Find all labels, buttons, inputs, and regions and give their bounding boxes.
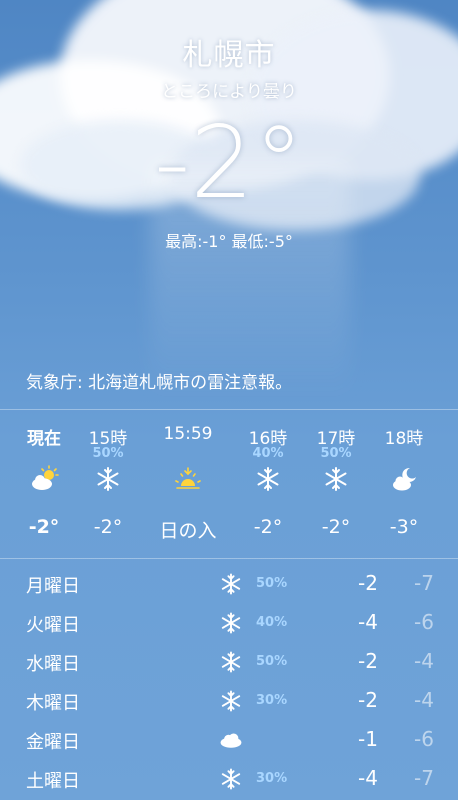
- daily-row: 火曜日 40% -4 -6: [0, 605, 458, 644]
- low-temp: -6: [414, 610, 434, 634]
- city-name: 札幌市: [182, 38, 276, 73]
- snowflake-icon: [221, 768, 241, 790]
- hour-temp: -2°: [93, 516, 123, 538]
- high-temp: -2: [358, 571, 378, 595]
- high-temp: -1: [358, 727, 378, 751]
- hour-temp: -: [440, 516, 458, 538]
- day-name: 土曜日: [26, 771, 80, 792]
- high-temp: -2: [358, 688, 378, 712]
- daily-row: 金曜日 -1 -6: [0, 722, 458, 761]
- precip-chance: 50%: [92, 446, 124, 461]
- precip-chance: 50%: [256, 654, 288, 669]
- high-temp: -4: [358, 610, 378, 634]
- hour-time: 現在: [27, 429, 61, 449]
- snowflake-icon: [221, 573, 241, 595]
- hour-temp: 日の入: [159, 520, 217, 542]
- precip-chance: 30%: [256, 693, 288, 708]
- daily-row: 木曜日 30% -2 -4: [0, 683, 458, 722]
- partly-cloudy-sun-icon: [32, 465, 59, 490]
- precip-chance: 50%: [320, 446, 352, 461]
- low-temp: -4: [414, 649, 434, 673]
- hourly-forecast[interactable]: 現在 -2° 15時 50% -2° 15:59 日の入 16時 40% -2°…: [0, 409, 458, 559]
- snowflake-icon: [221, 612, 241, 634]
- high-temp: -4: [358, 766, 378, 790]
- hour-time: 18時: [384, 429, 424, 449]
- hour-time: 1: [440, 424, 458, 444]
- day-name: 水曜日: [26, 654, 80, 675]
- low-temp: -4: [414, 688, 434, 712]
- high-low-temperature: 最高:-1° 最低:-5°: [165, 232, 293, 251]
- snowflake-icon: [221, 690, 241, 712]
- hour-temp: -3°: [389, 516, 419, 538]
- day-name: 木曜日: [26, 693, 80, 714]
- snowflake-icon: [325, 467, 347, 491]
- low-temp: -7: [414, 766, 434, 790]
- high-temp: -2: [358, 649, 378, 673]
- location-header: 札幌市 ところにより曇り: [0, 30, 458, 102]
- hour-time: 15:59: [163, 424, 213, 444]
- snowflake-icon: [97, 467, 119, 491]
- snowflake-icon: [221, 651, 241, 673]
- partly-cloudy-moon-icon: [393, 467, 416, 491]
- daily-forecast[interactable]: 月曜日 50% -2 -7 火曜日 40% -4 -6 水曜日 50% -2 -…: [0, 566, 458, 800]
- cloud-icon: [220, 733, 242, 748]
- precip-chance: 40%: [252, 446, 284, 461]
- hour-temp: -2°: [321, 516, 351, 538]
- day-name: 金曜日: [26, 732, 80, 753]
- precip-chance: 50%: [256, 576, 288, 591]
- daily-row: 月曜日 50% -2 -7: [0, 566, 458, 605]
- day-name: 月曜日: [26, 576, 80, 597]
- precip-chance: 30%: [256, 771, 288, 786]
- hour-temp: -2°: [253, 516, 283, 538]
- low-temp: -7: [414, 571, 434, 595]
- daily-row: 水曜日 50% -2 -4: [0, 644, 458, 683]
- sunset-icon: [175, 467, 201, 489]
- low-temp: -6: [414, 727, 434, 751]
- current-temperature: -2°: [154, 104, 304, 221]
- hour-temp: -2°: [28, 516, 60, 538]
- snowflake-icon: [257, 467, 279, 491]
- current-condition: ところにより曇り: [161, 82, 297, 102]
- daily-row: 土曜日 30% -4 -7: [0, 761, 458, 800]
- day-name: 火曜日: [26, 615, 80, 636]
- precip-chance: 40%: [256, 615, 288, 630]
- weather-alert[interactable]: 気象庁: 北海道札幌市の雷注意報。: [26, 368, 292, 393]
